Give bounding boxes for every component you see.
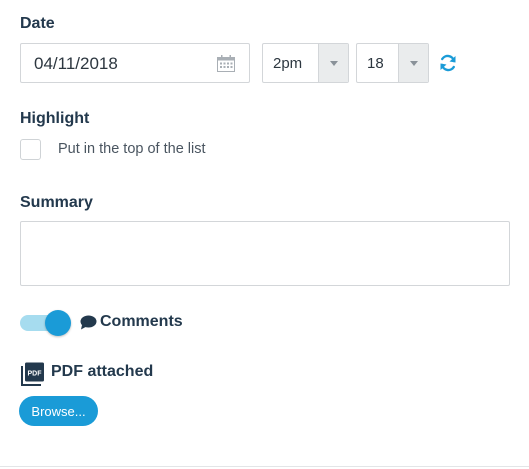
pdf-icon: PDF <box>21 362 44 386</box>
divider <box>0 466 529 467</box>
date-label: Date <box>20 15 55 32</box>
refresh-icon[interactable] <box>439 54 457 72</box>
calendar-icon[interactable] <box>217 55 235 72</box>
highlight-label: Highlight <box>20 110 90 127</box>
pdf-icon-text: PDF <box>28 371 43 378</box>
hour-value: 2pm <box>273 55 303 72</box>
minute-value: 18 <box>367 55 384 72</box>
date-value: 04/11/2018 <box>34 54 118 73</box>
highlight-checkbox-label[interactable]: Put in the top of the list <box>58 141 206 157</box>
chevron-down-icon[interactable] <box>318 44 348 82</box>
comments-label: Comments <box>100 313 183 330</box>
summary-textarea[interactable] <box>20 221 510 286</box>
comments-toggle[interactable] <box>20 310 72 336</box>
browse-button[interactable]: Browse... <box>19 396 98 426</box>
comment-icon <box>80 315 97 330</box>
pdf-attached-label: PDF attached <box>51 363 154 380</box>
highlight-checkbox[interactable] <box>20 139 41 160</box>
hour-select[interactable]: 2pm <box>262 43 349 83</box>
minute-select[interactable]: 18 <box>356 43 429 83</box>
toggle-knob[interactable] <box>45 310 71 336</box>
summary-label: Summary <box>20 194 93 211</box>
date-input[interactable]: 04/11/2018 <box>20 43 250 83</box>
chevron-down-icon[interactable] <box>398 44 428 82</box>
